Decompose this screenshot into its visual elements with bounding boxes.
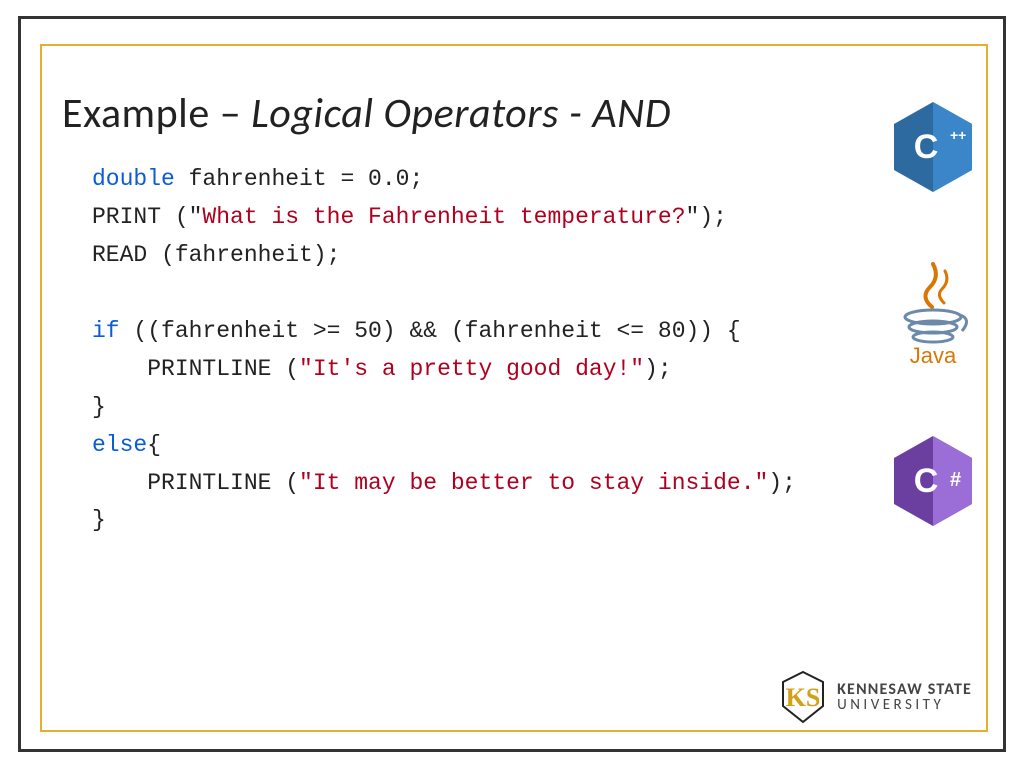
svg-text:++: ++ [950,127,966,143]
svg-text:C: C [914,462,939,500]
code-text: { [147,432,161,458]
csharp-icon: C # [890,434,982,533]
code-text: } [92,394,106,420]
title-italic: Logical Operators - AND [251,88,671,139]
string-literal: "It's a pretty good day!" [299,356,644,382]
university-name-line2: UNIVERSITY [837,698,972,713]
keyword-else: else [92,432,147,458]
code-text: PRINT (" [92,204,202,230]
code-text: ); [644,356,672,382]
java-label: Java [910,343,957,368]
string-literal: "It may be better to stay inside." [299,470,768,496]
code-text: ((fahrenheit >= 50) && (fahrenheit <= 80… [120,318,741,344]
java-icon: Java [890,259,982,374]
code-text: PRINTLINE ( [92,470,299,496]
code-text: fahrenheit = 0.0; [175,166,423,192]
ksu-shield-icon: KS [779,670,827,724]
string-literal: What is the Fahrenheit temperature? [202,204,685,230]
cpp-icon: C ++ [890,100,982,199]
code-text: "); [686,204,727,230]
code-text: PRINTLINE ( [92,356,299,382]
keyword-if: if [92,318,120,344]
university-name: KENNESAW STATE UNIVERSITY [837,682,972,713]
svg-text:#: # [950,469,961,491]
svg-text:C: C [914,128,939,166]
keyword-double: double [92,166,175,192]
svg-text:KS: KS [786,683,821,712]
language-icons: C ++ Java C # [890,100,982,593]
code-text: READ (fahrenheit); [92,242,340,268]
code-text: ); [768,470,796,496]
slide-title: Example – Logical Operators - AND [62,88,962,139]
code-text: } [92,507,106,533]
title-prefix: Example – [62,88,251,139]
university-logo: KS KENNESAW STATE UNIVERSITY [779,670,972,724]
slide-content: Example – Logical Operators - AND double… [62,88,962,540]
code-block: double fahrenheit = 0.0; PRINT ("What is… [62,161,962,540]
